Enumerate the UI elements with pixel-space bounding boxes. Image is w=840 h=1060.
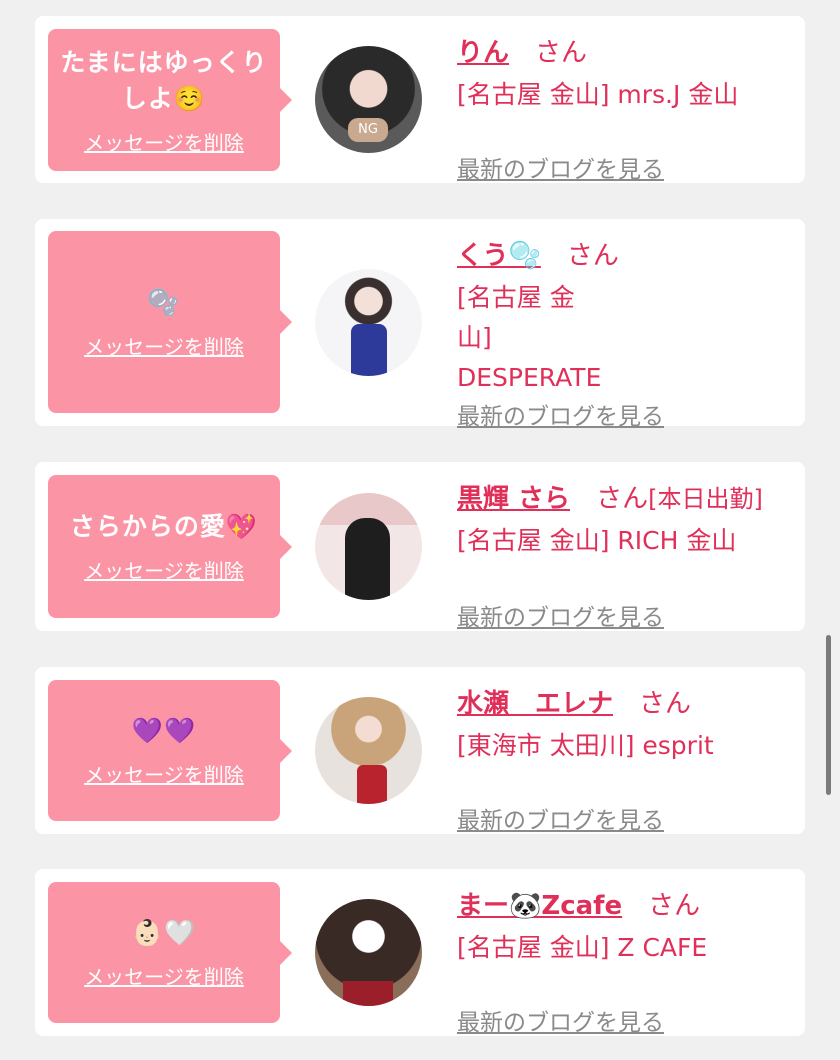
message-text: さらからの愛💖 xyxy=(69,512,259,541)
message-bubble: 🫧 メッセージを削除 xyxy=(48,231,292,413)
cast-name-link[interactable]: 黒輝 さら xyxy=(457,478,570,515)
delete-message-link[interactable]: メッセージを削除 xyxy=(84,961,244,990)
message-card: 💜💜 メッセージを削除 水瀬 エレナ さん [東海市 太田川] esprit 最… xyxy=(35,667,805,834)
message-text: 💜💜 xyxy=(131,716,197,745)
cast-name-link[interactable]: 水瀬 エレナ xyxy=(457,683,613,720)
name-row: くう🫧 さん xyxy=(457,235,785,272)
name-row: 黒輝 さら さん [本日出勤] xyxy=(457,478,785,515)
avatar-dress xyxy=(357,765,387,804)
cast-name-link[interactable]: りん xyxy=(457,32,509,69)
delete-message-link[interactable]: メッセージを削除 xyxy=(84,127,244,156)
cast-name-link[interactable]: くう🫧 xyxy=(457,235,541,272)
shop-label: [名古屋 金山] RICH 金山 xyxy=(457,526,737,555)
message-text: たまにはゆっくりしよ☺️ xyxy=(60,47,268,113)
honorific: さん xyxy=(639,689,692,719)
honorific: さん xyxy=(648,891,701,921)
latest-blog-link[interactable]: 最新のブログを見る xyxy=(457,397,664,431)
honorific: さん xyxy=(566,241,619,271)
delete-message-link[interactable]: メッセージを削除 xyxy=(84,759,244,788)
shop-label: [名古屋 金山] DESPERATE xyxy=(457,283,602,392)
message-bubble: 👶🏻🤍 メッセージを削除 xyxy=(48,882,292,1023)
message-bubble: 💜💜 メッセージを削除 xyxy=(48,680,292,821)
avatar-collar xyxy=(343,981,393,1006)
latest-blog-link[interactable]: 最新のブログを見る xyxy=(457,598,664,632)
shop-label: [名古屋 金山] Z CAFE xyxy=(457,933,708,962)
cast-info: まー🐼Zcafe さん [名古屋 金山] Z CAFE 最新のブログを見る xyxy=(457,885,785,1036)
status-label: [本日出勤] xyxy=(648,485,763,513)
scrollbar[interactable] xyxy=(826,635,831,795)
message-card: 👶🏻🤍 メッセージを削除 まー🐼Zcafe さん [名古屋 金山] Z CAFE… xyxy=(35,869,805,1036)
avatar[interactable] xyxy=(315,493,422,600)
name-row: りん さん xyxy=(457,32,785,69)
name-row: まー🐼Zcafe さん xyxy=(457,885,785,922)
honorific: さん xyxy=(596,484,649,514)
message-text: 👶🏻🤍 xyxy=(131,918,197,947)
message-card: 🫧 メッセージを削除 くう🫧 さん [名古屋 金山] DESPERATE 最新の… xyxy=(35,219,805,430)
delete-message-link[interactable]: メッセージを削除 xyxy=(84,555,244,584)
avatar[interactable] xyxy=(315,269,422,376)
honorific: さん xyxy=(535,38,588,68)
avatar[interactable]: NG xyxy=(315,46,422,153)
cast-info: 水瀬 エレナ さん [東海市 太田川] esprit 最新のブログを見る xyxy=(457,683,785,834)
cast-info: くう🫧 さん [名古屋 金山] DESPERATE 最新のブログを見る xyxy=(457,235,785,430)
name-row: 水瀬 エレナ さん xyxy=(457,683,785,720)
avatar[interactable] xyxy=(315,697,422,804)
cast-name-link[interactable]: まー🐼Zcafe xyxy=(457,885,622,922)
avatar-figure xyxy=(345,518,390,600)
cast-info: 黒輝 さら さん [本日出勤] [名古屋 金山] RICH 金山 最新のブログを… xyxy=(457,478,785,631)
message-bubble: たまにはゆっくりしよ☺️ メッセージを削除 xyxy=(48,29,292,171)
delete-message-link[interactable]: メッセージを削除 xyxy=(84,331,244,360)
shop-label: [東海市 太田川] esprit xyxy=(457,731,714,760)
latest-blog-link[interactable]: 最新のブログを見る xyxy=(457,801,664,835)
message-bubble: さらからの愛💖 メッセージを削除 xyxy=(48,475,292,618)
avatar-dress xyxy=(351,324,387,376)
shop-label: [名古屋 金山] mrs.J 金山 xyxy=(457,80,739,109)
avatar-badge: NG xyxy=(348,118,388,142)
avatar[interactable] xyxy=(315,899,422,1006)
message-card: さらからの愛💖 メッセージを削除 黒輝 さら さん [本日出勤] [名古屋 金山… xyxy=(35,462,805,631)
latest-blog-link[interactable]: 最新のブログを見る xyxy=(457,150,664,184)
latest-blog-link[interactable]: 最新のブログを見る xyxy=(457,1003,664,1037)
cast-info: りん さん [名古屋 金山] mrs.J 金山 最新のブログを見る xyxy=(457,32,785,183)
message-text: 🫧 xyxy=(147,287,181,317)
message-card: たまにはゆっくりしよ☺️ メッセージを削除 NG りん さん [名古屋 金山] … xyxy=(35,16,805,183)
